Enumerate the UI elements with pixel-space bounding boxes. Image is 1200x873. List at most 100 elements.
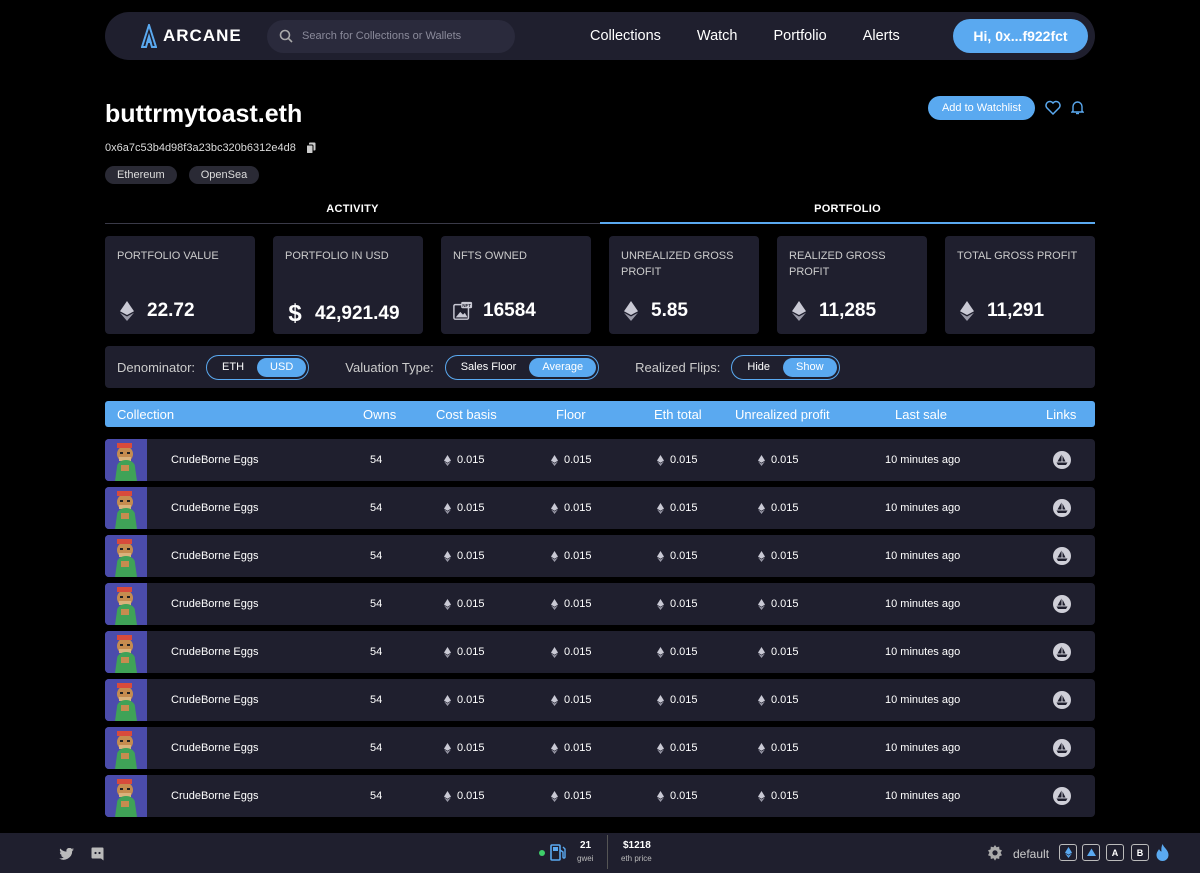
- opensea-link-icon[interactable]: [1053, 691, 1071, 709]
- table-row[interactable]: CrudeBorne Eggs 54 0.015 0.015 0.015 0.015 10 …: [105, 679, 1095, 721]
- eth-key[interactable]: [1059, 844, 1077, 861]
- flips-hide[interactable]: Hide: [734, 358, 783, 377]
- col-collection[interactable]: Collection: [117, 407, 174, 422]
- flips-show[interactable]: Show: [783, 357, 837, 377]
- gas-pump-icon: [550, 844, 566, 861]
- collection-name[interactable]: CrudeBorne Eggs: [171, 454, 258, 466]
- col-owns[interactable]: Owns: [363, 407, 396, 422]
- unrealized-cell: 0.015: [758, 742, 799, 754]
- opensea-link-icon[interactable]: [1053, 451, 1071, 469]
- denominator-eth[interactable]: ETH: [209, 358, 257, 377]
- eth-icon: [444, 550, 451, 562]
- copy-icon[interactable]: [305, 142, 316, 154]
- add-to-watchlist-button[interactable]: Add to Watchlist: [928, 96, 1035, 120]
- nav-watch[interactable]: Watch: [697, 28, 738, 44]
- opensea-link-icon[interactable]: [1053, 787, 1071, 805]
- footer-divider: [607, 835, 608, 869]
- eth-icon: [758, 742, 765, 754]
- table-row[interactable]: CrudeBorne Eggs 54 0.015 0.015 0.015 0.015 10 …: [105, 487, 1095, 529]
- eth-icon: [657, 646, 664, 658]
- logo[interactable]: ARCANE: [141, 24, 267, 48]
- collection-name[interactable]: CrudeBorne Eggs: [171, 646, 258, 658]
- opensea-link[interactable]: [1053, 499, 1071, 520]
- floor-value: 0.015: [564, 502, 592, 514]
- table-row[interactable]: CrudeBorne Eggs 54 0.015 0.015 0.015 0.015 10 …: [105, 535, 1095, 577]
- opensea-key[interactable]: [1082, 844, 1100, 861]
- col-unrealized-profit[interactable]: Unrealized profit: [735, 407, 830, 422]
- collection-name[interactable]: CrudeBorne Eggs: [171, 550, 258, 562]
- cost-basis-cell: 0.015: [444, 454, 485, 466]
- eth-total-cell: 0.015: [657, 598, 698, 610]
- key-a[interactable]: A: [1106, 844, 1124, 861]
- opensea-link-icon[interactable]: [1053, 739, 1071, 757]
- floor-cell: 0.015: [551, 454, 592, 466]
- search-bar[interactable]: [267, 19, 515, 53]
- card-label: TOTAL GROSS PROFIT: [957, 250, 1078, 262]
- opensea-link[interactable]: [1053, 547, 1071, 568]
- card-value: 11,285: [819, 300, 877, 321]
- opensea-link-icon[interactable]: [1053, 643, 1071, 661]
- nav-alerts[interactable]: Alerts: [863, 28, 900, 44]
- col-eth-total[interactable]: Eth total: [654, 407, 702, 422]
- key-b[interactable]: B: [1131, 844, 1149, 861]
- col-last-sale[interactable]: Last sale: [895, 407, 947, 422]
- nav-portfolio[interactable]: Portfolio: [773, 28, 826, 44]
- valuation-average[interactable]: Average: [529, 357, 597, 377]
- tag-ethereum: Ethereum: [105, 166, 177, 184]
- tab-activity[interactable]: ACTIVITY: [105, 200, 600, 224]
- collection-name[interactable]: CrudeBorne Eggs: [171, 502, 258, 514]
- gear-icon[interactable]: [987, 845, 1003, 861]
- table-row[interactable]: CrudeBorne Eggs 54 0.015 0.015 0.015 0.015 10 …: [105, 727, 1095, 769]
- discord-icon[interactable]: [91, 847, 104, 861]
- unrealized-value: 0.015: [771, 790, 799, 802]
- collection-name[interactable]: CrudeBorne Eggs: [171, 790, 258, 802]
- valuation-sales-floor[interactable]: Sales Floor: [448, 358, 530, 377]
- opensea-link[interactable]: [1053, 739, 1071, 760]
- heart-icon[interactable]: [1045, 100, 1061, 115]
- opensea-link[interactable]: [1053, 787, 1071, 808]
- collection-name[interactable]: CrudeBorne Eggs: [171, 598, 258, 610]
- theme-label[interactable]: default: [1013, 847, 1049, 861]
- col-cost-basis[interactable]: Cost basis: [436, 407, 497, 422]
- denominator-usd[interactable]: USD: [257, 357, 307, 377]
- eth-icon: [120, 301, 134, 321]
- collection-thumbnail: [105, 487, 147, 529]
- eth-icon: [551, 694, 558, 706]
- opensea-link[interactable]: [1053, 595, 1071, 616]
- collection-thumbnail-icon: [105, 487, 147, 529]
- table-row[interactable]: CrudeBorne Eggs 54 0.015 0.015 0.015 0.015 10 …: [105, 583, 1095, 625]
- twitter-icon[interactable]: [59, 848, 74, 860]
- eth-total-cell: 0.015: [657, 502, 698, 514]
- table-row[interactable]: CrudeBorne Eggs 54 0.015 0.015 0.015 0.015 10 …: [105, 775, 1095, 817]
- denominator-toggle: ETH USD: [206, 354, 310, 380]
- eth-icon: [758, 454, 765, 466]
- cost-basis-cell: 0.015: [444, 502, 485, 514]
- col-links: Links: [1046, 407, 1077, 422]
- nav-collections[interactable]: Collections: [590, 28, 661, 44]
- opensea-link[interactable]: [1053, 451, 1071, 472]
- opensea-link-icon[interactable]: [1053, 499, 1071, 517]
- eth-icon: [624, 301, 638, 321]
- unrealized-cell: 0.015: [758, 790, 799, 802]
- collection-thumbnail: [105, 535, 147, 577]
- collection-name[interactable]: CrudeBorne Eggs: [171, 694, 258, 706]
- page-title: buttrmytoast.eth: [105, 100, 303, 128]
- opensea-link-icon[interactable]: [1053, 547, 1071, 565]
- opensea-link[interactable]: [1053, 691, 1071, 712]
- eth-icon: [551, 502, 558, 514]
- cost-basis-cell: 0.015: [444, 598, 485, 610]
- opensea-link-icon[interactable]: [1053, 595, 1071, 613]
- search-input[interactable]: [302, 30, 502, 42]
- user-wallet-button[interactable]: Hi, 0x...f922fct: [953, 19, 1088, 53]
- floor-cell: 0.015: [551, 502, 592, 514]
- flame-icon[interactable]: [1156, 844, 1169, 861]
- opensea-link[interactable]: [1053, 643, 1071, 664]
- unrealized-cell: 0.015: [758, 550, 799, 562]
- col-floor[interactable]: Floor: [556, 407, 586, 422]
- table-row[interactable]: CrudeBorne Eggs 54 0.015 0.015 0.015 0.015 10 …: [105, 631, 1095, 673]
- bell-icon[interactable]: [1071, 100, 1084, 115]
- collection-thumbnail-icon: [105, 439, 147, 481]
- collection-name[interactable]: CrudeBorne Eggs: [171, 742, 258, 754]
- tab-portfolio[interactable]: PORTFOLIO: [600, 200, 1095, 224]
- table-row[interactable]: CrudeBorne Eggs 54 0.015 0.015 0.015 0.015 10 …: [105, 439, 1095, 481]
